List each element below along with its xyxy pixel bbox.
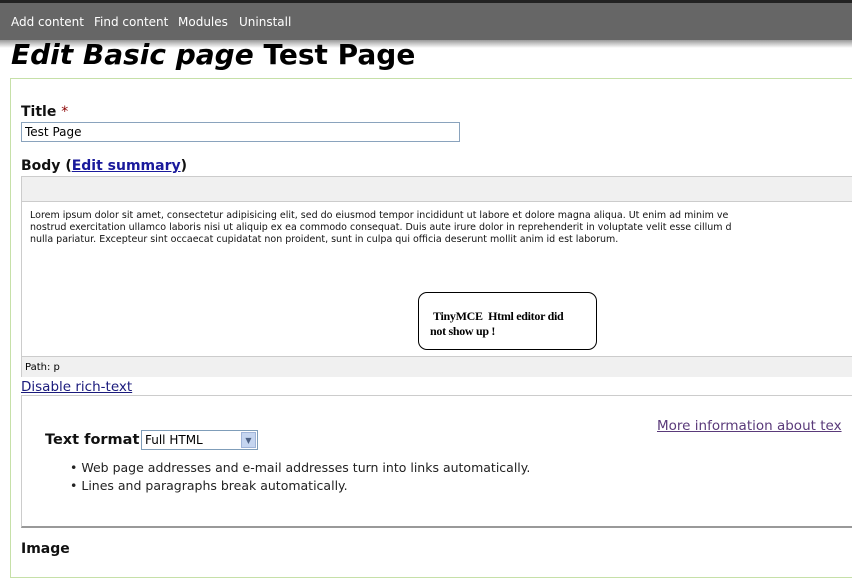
text-format-select[interactable]: Full HTML ▼ (141, 430, 258, 450)
body-label-text: Body (21, 158, 61, 174)
body-text-line: nulla pariatur. Excepteur sint occaecat … (30, 234, 619, 245)
chevron-down-icon: ▼ (241, 432, 256, 448)
annotation-line: not show up ! (430, 324, 496, 338)
more-info-link[interactable]: More information about tex (657, 418, 842, 434)
text-format-label: Text format (45, 432, 140, 448)
title-label: Title * (21, 104, 68, 120)
editor-toolbar (22, 177, 852, 202)
title-input[interactable] (21, 122, 460, 142)
disable-rich-text-link[interactable]: Disable rich-text (21, 379, 132, 395)
editor-content[interactable]: Lorem ipsum dolor sit amet, consectetur … (22, 202, 852, 356)
page-title-name: Test Page (263, 38, 416, 71)
body-text-line: Lorem ipsum dolor sit amet, consectetur … (30, 210, 729, 221)
title-label-text: Title (21, 104, 57, 120)
annotation-line: TinyMCE Html editor did (433, 309, 564, 323)
format-tips: Web page addresses and e-mail addresses … (70, 459, 530, 495)
text-format-value: Full HTML (145, 433, 203, 447)
toolbar-find-content[interactable]: Find content (94, 15, 168, 29)
editor-path-bar: Path: p (22, 356, 852, 377)
page-title: Edit Basic page Test Page (11, 38, 415, 71)
body-label: Body (Edit summary) (21, 158, 187, 174)
body-text-line: nostrud exercitation ullamco laboris nis… (30, 222, 732, 233)
admin-toolbar: Add content Find content Modules Uninsta… (0, 0, 852, 40)
paren: ) (180, 158, 188, 174)
page-title-prefix: Edit Basic page (11, 38, 254, 71)
annotation-callout: TinyMCE Html editor did not show up ! (418, 292, 597, 350)
required-marker: * (61, 104, 69, 120)
text-format-fieldset: Text format Full HTML ▼ More information … (21, 395, 852, 528)
format-tip: Lines and paragraphs break automatically… (70, 477, 530, 495)
toolbar-add-content[interactable]: Add content (11, 15, 84, 29)
body-text: Lorem ipsum dolor sit amet, consectetur … (30, 210, 732, 246)
toolbar-modules[interactable]: Modules (178, 15, 228, 29)
toolbar-uninstall[interactable]: Uninstall (239, 15, 291, 29)
body-editor: Lorem ipsum dolor sit amet, consectetur … (21, 176, 852, 377)
format-tip: Web page addresses and e-mail addresses … (70, 459, 530, 477)
edit-summary-link[interactable]: Edit summary (72, 158, 181, 174)
